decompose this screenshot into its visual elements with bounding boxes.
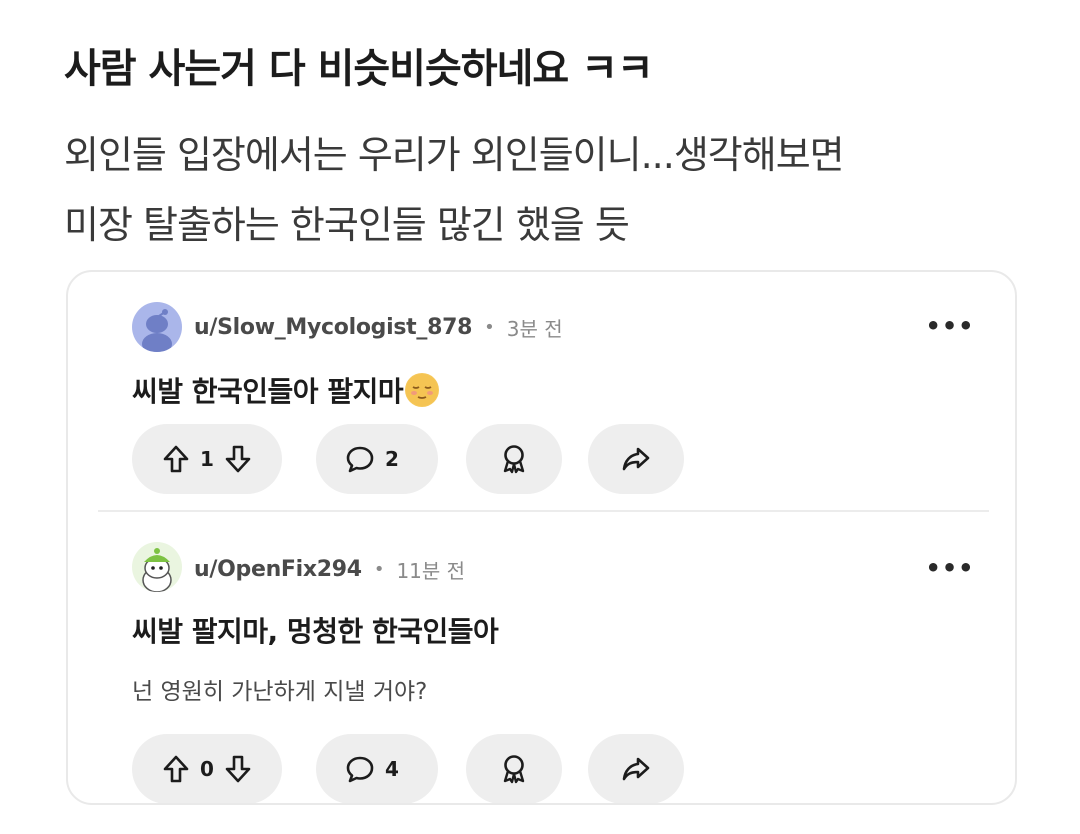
reply-button[interactable]: 2 bbox=[316, 424, 438, 494]
comment-timestamp: 11분 전 bbox=[396, 558, 466, 583]
reply-count: 2 bbox=[385, 447, 399, 471]
username-link[interactable]: u/OpenFix294 bbox=[194, 557, 362, 582]
comment-actions: 0 4 bbox=[132, 734, 692, 803]
more-options-button[interactable]: ••• bbox=[925, 554, 973, 582]
post-body: 외인들 입장에서는 우리가 외인들이니...생각해보면 미장 탈출하는 한국인들… bbox=[64, 120, 1024, 260]
snoo-avatar-icon bbox=[132, 542, 182, 592]
award-button[interactable] bbox=[466, 424, 562, 494]
comment: u/OpenFix294 • 11분 전 ••• 씨발 팔지마, 멍청한 한국인… bbox=[68, 510, 1015, 803]
comment-text: 씨발 한국인들아 팔지마 bbox=[132, 370, 440, 410]
post-body-line: 미장 탈출하는 한국인들 많긴 했을 듯 bbox=[64, 203, 630, 247]
downvote-icon[interactable] bbox=[224, 444, 252, 474]
share-icon bbox=[622, 757, 650, 781]
comment-actions: 1 2 bbox=[132, 424, 692, 494]
meta-separator: • bbox=[373, 558, 385, 580]
share-button[interactable] bbox=[588, 734, 684, 803]
comment-subtext: 넌 영원히 가난하게 지낼 거야? bbox=[132, 679, 428, 705]
comment-timestamp: 3분 전 bbox=[506, 316, 563, 341]
reply-button[interactable]: 4 bbox=[316, 734, 438, 803]
award-icon bbox=[503, 755, 525, 784]
comment: u/Slow_Mycologist_878 • 3분 전 ••• 씨발 한국인들… bbox=[68, 272, 1015, 510]
reply-icon bbox=[346, 446, 374, 473]
embedded-comment-thread-screenshot: u/Slow_Mycologist_878 • 3분 전 ••• 씨발 한국인들… bbox=[66, 270, 1017, 805]
upvote-count: 0 bbox=[200, 757, 214, 781]
share-button[interactable] bbox=[588, 424, 684, 494]
vote-control: 1 bbox=[132, 424, 282, 494]
username-link[interactable]: u/Slow_Mycologist_878 bbox=[194, 315, 472, 340]
more-options-button[interactable]: ••• bbox=[925, 312, 973, 340]
relieved-face-emoji-icon bbox=[405, 373, 440, 407]
reply-icon bbox=[346, 756, 374, 783]
comment-meta: u/OpenFix294 • 11분 전 bbox=[194, 552, 465, 586]
snoo-avatar-icon bbox=[132, 302, 182, 352]
post-body-line: 외인들 입장에서는 우리가 외인들이니...생각해보면 bbox=[64, 133, 845, 177]
upvote-icon[interactable] bbox=[162, 444, 190, 474]
post-title: 사람 사는거 다 비슷비슷하네요 ㅋㅋ bbox=[64, 46, 654, 92]
award-button[interactable] bbox=[466, 734, 562, 803]
comment-meta: u/Slow_Mycologist_878 • 3분 전 bbox=[194, 310, 563, 344]
downvote-icon[interactable] bbox=[224, 754, 252, 784]
comment-text: 씨발 팔지마, 멍청한 한국인들아 bbox=[132, 615, 499, 648]
share-icon bbox=[622, 447, 650, 471]
reply-count: 4 bbox=[385, 757, 399, 781]
user-avatar[interactable] bbox=[132, 302, 182, 352]
upvote-count: 1 bbox=[200, 447, 214, 471]
relieved-face-icon bbox=[406, 374, 439, 406]
award-icon bbox=[503, 445, 525, 474]
vote-control: 0 bbox=[132, 734, 282, 803]
meta-separator: • bbox=[484, 316, 495, 338]
user-avatar[interactable] bbox=[132, 542, 182, 592]
upvote-icon[interactable] bbox=[162, 754, 190, 784]
comment-text-content: 씨발 한국인들아 팔지마 bbox=[132, 375, 404, 408]
